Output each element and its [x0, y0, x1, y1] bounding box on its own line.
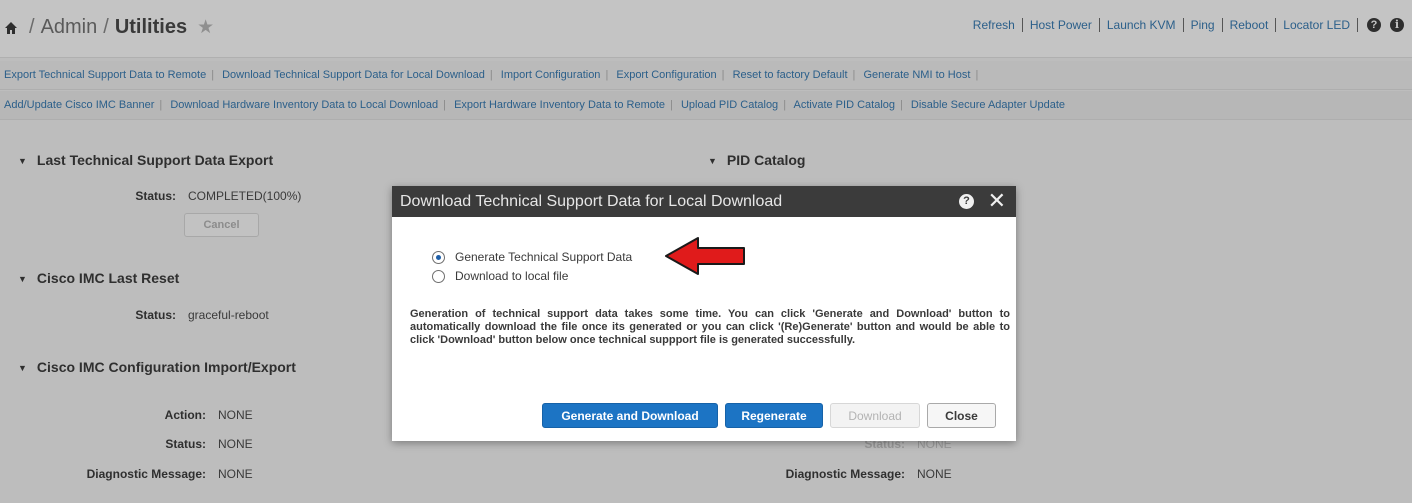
config-action: Action: NONE — [20, 408, 253, 422]
section-pid-catalog-title[interactable]: ▼ PID Catalog — [708, 152, 806, 168]
page-title: Utilities — [114, 16, 188, 38]
diagnostic-label: Diagnostic Message: — [785, 467, 905, 481]
locator-led-link[interactable]: Locator LED — [1276, 18, 1358, 32]
reboot-link[interactable]: Reboot — [1223, 18, 1277, 32]
collapse-triangle-icon[interactable]: ▼ — [18, 156, 27, 166]
radio-download-local[interactable] — [432, 269, 445, 283]
star-icon[interactable]: ★ — [197, 16, 214, 39]
breadcrumb: / Admin / Utilities ★ — [4, 16, 214, 39]
cancel-button[interactable]: Cancel — [184, 213, 259, 237]
generate-and-download-button[interactable]: Generate and Download — [542, 403, 718, 428]
refresh-link[interactable]: Refresh — [966, 18, 1023, 32]
collapse-triangle-icon[interactable]: ▼ — [18, 363, 27, 373]
ping-link[interactable]: Ping — [1184, 18, 1223, 32]
breadcrumb-admin[interactable]: Admin — [41, 16, 98, 39]
dialog-title: Download Technical Support Data for Loca… — [400, 193, 783, 210]
page-header: / Admin / Utilities ★ Refresh Host Power… — [0, 0, 1412, 58]
help-icon[interactable]: ? — [959, 194, 974, 209]
pid-diagnostic: Diagnostic Message: NONE — [700, 467, 952, 481]
status-label: Status: — [135, 308, 176, 322]
utilities-actions-row-2: Add/Update Cisco IMC Banner | Download Ha… — [0, 91, 1412, 120]
dialog-description: Generation of technical support data tak… — [410, 308, 1010, 346]
help-icon[interactable]: ? — [1367, 18, 1381, 32]
download-tech-support-dialog: Download Technical Support Data for Loca… — [392, 186, 1016, 441]
action-label: Action: — [164, 408, 206, 422]
status-value: COMPLETED(100%) — [188, 189, 302, 203]
update-banner-link[interactable]: Add/Update Cisco IMC Banner — [4, 99, 154, 111]
section-last-reset-title[interactable]: ▼ Cisco IMC Last Reset — [18, 270, 179, 286]
dialog-header: Download Technical Support Data for Loca… — [392, 186, 1016, 217]
last-reset-status: Status: graceful-reboot — [20, 308, 269, 322]
activate-pid-catalog-link[interactable]: Activate PID Catalog — [794, 99, 896, 111]
diagnostic-value: NONE — [917, 467, 952, 481]
disable-secure-adapter-link[interactable]: Disable Secure Adapter Update — [911, 99, 1065, 111]
option-generate[interactable]: Generate Technical Support Data — [432, 250, 632, 264]
config-diagnostic: Diagnostic Message: NONE — [20, 467, 253, 481]
status-label: Status: — [165, 437, 206, 451]
action-value: NONE — [218, 408, 253, 422]
info-icon[interactable]: i — [1390, 18, 1404, 32]
reset-factory-default-link[interactable]: Reset to factory Default — [733, 69, 848, 81]
config-status: Status: NONE — [20, 437, 253, 451]
regenerate-button[interactable]: Regenerate — [725, 403, 823, 428]
section-config-title[interactable]: ▼ Cisco IMC Configuration Import/Export — [18, 359, 296, 375]
home-icon[interactable] — [4, 21, 18, 35]
generate-nmi-link[interactable]: Generate NMI to Host — [863, 69, 970, 81]
section-last-export-title[interactable]: ▼ Last Technical Support Data Export — [18, 152, 273, 168]
option-download-local-label[interactable]: Download to local file — [455, 269, 568, 283]
close-icon[interactable]: ✕ — [988, 186, 1006, 216]
option-download-local[interactable]: Download to local file — [432, 269, 568, 283]
host-power-link[interactable]: Host Power — [1023, 18, 1100, 32]
option-generate-label[interactable]: Generate Technical Support Data — [455, 250, 632, 264]
utilities-actions-row-1: Export Technical Support Data to Remote |… — [0, 61, 1412, 90]
status-label: Status: — [135, 189, 176, 203]
status-value: graceful-reboot — [188, 308, 269, 322]
breadcrumb-separator: / — [103, 16, 109, 38]
annotation-arrow-icon — [665, 237, 745, 275]
export-hw-inventory-link[interactable]: Export Hardware Inventory Data to Remote — [454, 99, 665, 111]
last-export-status: Status: COMPLETED(100%) — [20, 189, 301, 203]
collapse-triangle-icon[interactable]: ▼ — [18, 274, 27, 284]
diagnostic-value: NONE — [218, 467, 253, 481]
export-tech-support-remote-link[interactable]: Export Technical Support Data to Remote — [4, 69, 206, 81]
collapse-triangle-icon[interactable]: ▼ — [708, 156, 717, 166]
header-actions: Refresh Host Power Launch KVM Ping Reboo… — [966, 18, 1404, 32]
status-value: NONE — [218, 437, 253, 451]
download-tech-support-local-link[interactable]: Download Technical Support Data for Loca… — [222, 69, 485, 81]
download-hw-inventory-link[interactable]: Download Hardware Inventory Data to Loca… — [170, 99, 438, 111]
radio-generate[interactable] — [432, 250, 445, 264]
launch-kvm-link[interactable]: Launch KVM — [1100, 18, 1184, 32]
download-button[interactable]: Download — [830, 403, 920, 428]
upload-pid-catalog-link[interactable]: Upload PID Catalog — [681, 99, 778, 111]
diagnostic-label: Diagnostic Message: — [86, 467, 206, 481]
import-configuration-link[interactable]: Import Configuration — [501, 69, 601, 81]
close-button[interactable]: Close — [927, 403, 996, 428]
export-configuration-link[interactable]: Export Configuration — [616, 69, 716, 81]
breadcrumb-separator: / — [29, 16, 35, 38]
